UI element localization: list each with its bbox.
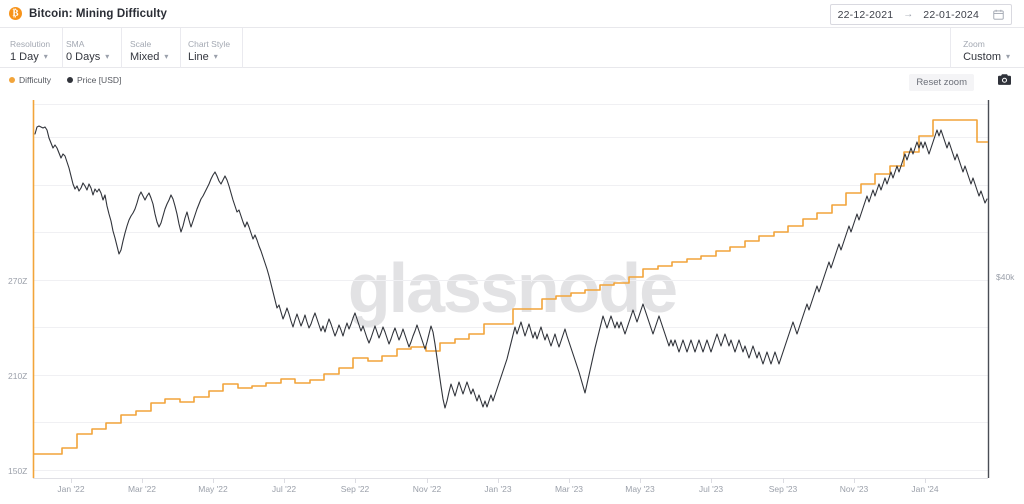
control-sma-value[interactable]: 0 Days ▾	[66, 50, 109, 64]
y-axis-left-tick-210Z: 210Z	[8, 371, 28, 381]
legend-label-difficulty: Difficulty	[19, 75, 51, 85]
chevron-down-icon: ▾	[105, 51, 110, 61]
x-axis-tick-6: Jan '23	[484, 484, 512, 494]
control-zoom-label: Zoom	[963, 38, 985, 49]
title-group: ₿ Bitcoin: Mining Difficulty	[0, 7, 167, 20]
chevron-down-icon: ▾	[43, 51, 48, 61]
calendar-icon[interactable]	[993, 9, 1004, 20]
chart-page: ₿ Bitcoin: Mining Difficulty 22-12-2021 …	[0, 0, 1024, 504]
x-axis-tick-0: Jan '22	[57, 484, 85, 494]
page-title: Bitcoin: Mining Difficulty	[29, 7, 168, 20]
y-axis-left-tick-270Z: 270Z	[8, 276, 28, 286]
control-scale-value[interactable]: Mixed ▾	[130, 50, 168, 64]
series-price-line	[34, 125, 988, 409]
control-scale-text: Mixed	[130, 50, 160, 63]
control-sma-text: 0 Days	[66, 50, 101, 63]
x-axis-tick-7: Mar '23	[554, 484, 584, 494]
chevron-down-icon: ▾	[213, 51, 218, 61]
legend-item-price[interactable]: Price [USD]	[66, 75, 122, 85]
x-axis-tick-8: May '23	[625, 484, 655, 494]
control-scale[interactable]: Scale Mixed ▾	[120, 28, 182, 68]
x-axis-tick-3: Jul '22	[271, 484, 297, 494]
chevron-down-icon: ▾	[1005, 51, 1010, 61]
legend-row: Difficulty Price [USD] Reset zoom	[0, 68, 1024, 96]
chart-canvas[interactable]: glassnode 270Z 210Z 150Z $40k Jan '22 Ma…	[0, 96, 1024, 504]
control-sma[interactable]: SMA 0 Days ▾	[56, 28, 123, 68]
bitcoin-coin-icon: ₿	[9, 7, 22, 20]
x-axis-tick-12: Jan '24	[911, 484, 939, 494]
x-axis-tick-5: Nov '22	[412, 484, 442, 494]
control-scale-label: Scale	[130, 38, 152, 49]
date-range-picker[interactable]: 22-12-2021 → 22-01-2024	[829, 4, 1012, 25]
legend-dot-price	[66, 77, 73, 83]
x-axis-tick-1: Mar '22	[127, 484, 157, 494]
reset-zoom-button[interactable]: Reset zoom	[909, 74, 974, 91]
x-axis-tick-10: Sep '23	[768, 484, 798, 494]
date-to-value[interactable]: 22-01-2024	[923, 9, 979, 21]
y-axis-left-tick-150Z: 150Z	[8, 466, 28, 476]
gridlines-horizontal	[33, 104, 988, 471]
series-difficulty-line	[34, 119, 988, 455]
chart-toolbar: Resolution 1 Day ▾ SMA 0 Days ▾ Scale Mi…	[0, 28, 1024, 68]
control-zoom[interactable]: Zoom Custom ▾	[950, 28, 1024, 68]
chart-legend: Difficulty Price [USD]	[9, 75, 121, 85]
x-axis-tick-9: Jul '23	[698, 484, 724, 494]
x-axis-tick-11: Nov '23	[839, 484, 869, 494]
legend-dot-difficulty	[9, 77, 15, 83]
control-zoom-value[interactable]: Custom ▾	[963, 50, 1010, 64]
control-resolution-text: 1 Day	[10, 50, 39, 63]
x-axis-tick-4: Sep '22	[340, 484, 370, 494]
y-axis-right-tick-40k: $40k	[996, 272, 1015, 282]
date-range-arrow: →	[903, 9, 914, 20]
control-resolution-value[interactable]: 1 Day ▾	[10, 50, 50, 64]
control-chart-style[interactable]: Chart Style Line ▾	[178, 28, 244, 68]
x-axis-tick-2: May '22	[198, 484, 228, 494]
control-resolution[interactable]: Resolution 1 Day ▾	[0, 28, 64, 68]
camera-icon[interactable]	[997, 73, 1012, 91]
control-resolution-label: Resolution	[10, 38, 51, 49]
control-zoom-text: Custom	[963, 50, 1001, 63]
legend-item-difficulty[interactable]: Difficulty	[9, 75, 51, 85]
control-chart-style-text: Line	[188, 50, 209, 63]
page-header: ₿ Bitcoin: Mining Difficulty 22-12-2021 …	[0, 0, 1024, 28]
control-sma-label: SMA	[66, 38, 85, 49]
chart-plot	[32, 100, 990, 483]
legend-label-price: Price [USD]	[76, 75, 122, 85]
control-chart-style-value[interactable]: Line ▾	[188, 50, 230, 64]
date-from-value[interactable]: 22-12-2021	[838, 9, 894, 21]
chevron-down-icon: ▾	[164, 51, 169, 61]
control-chart-style-label: Chart Style	[188, 38, 231, 49]
